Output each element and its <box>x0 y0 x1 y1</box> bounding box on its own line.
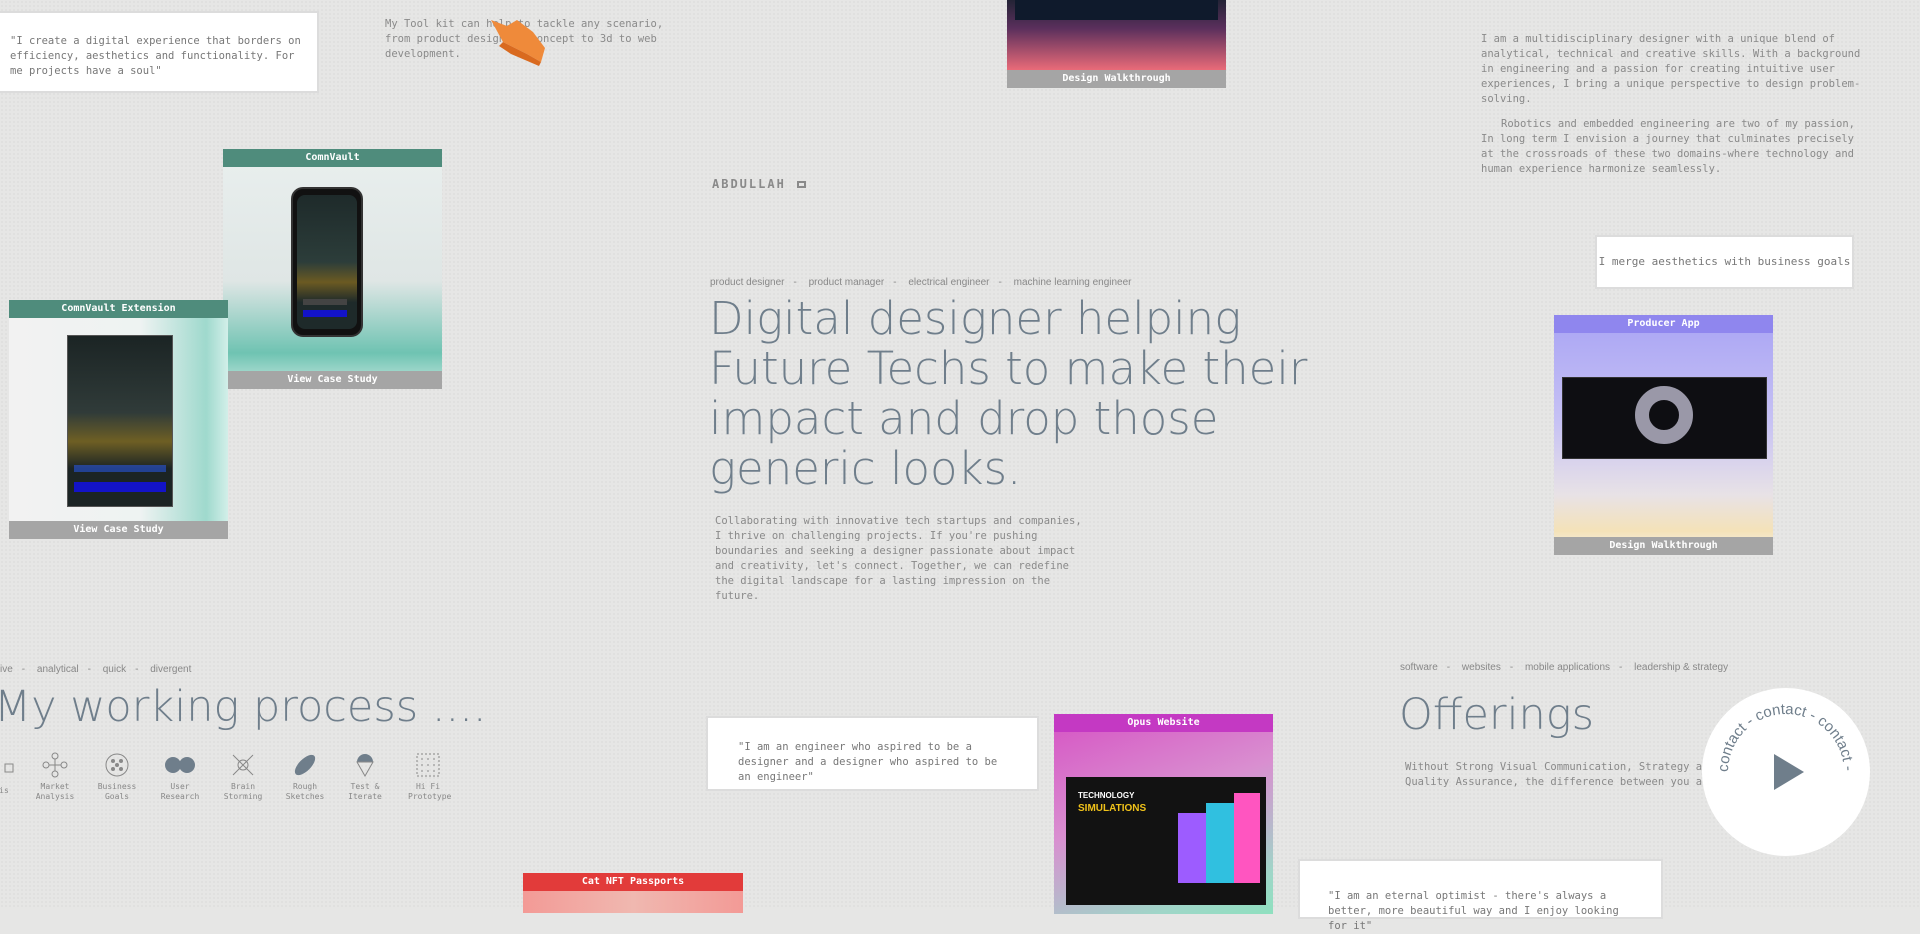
quote-engineer: "I am an engineer who aspired to be a de… <box>706 716 1039 791</box>
hero-title: Digital designer helping Future Techs to… <box>709 292 1308 495</box>
role-tag: electrical engineer <box>908 277 990 288</box>
quote-engineer-text: "I am an engineer who aspired to be a de… <box>738 741 998 783</box>
logo-mark-icon <box>797 181 807 188</box>
process-step-label: Brain Storming <box>223 782 263 801</box>
offering-tag: mobile applications <box>1524 662 1611 673</box>
producer-app-design-walkthrough[interactable]: Design Walkthrough <box>1554 537 1773 555</box>
about-text: I am a multidisciplinary designer with a… <box>1481 32 1861 177</box>
play-arrow-icon <box>1774 754 1804 790</box>
process-step: Brain Storming <box>223 752 263 802</box>
producer-app-title: Producer App <box>1554 315 1773 333</box>
process-step-label: Rough Sketches <box>285 782 325 801</box>
offerings-tags: software - websites - mobile applications -… <box>1400 662 1729 673</box>
contact-ring: contact - contact - contact - <box>1715 701 1857 790</box>
process-step: Hi Fi Prototype <box>408 752 452 802</box>
producer-app-card[interactable]: Producer App Design Walkthrough <box>1554 315 1773 555</box>
process-tags: ive - analytical - quick - divergent <box>0 664 192 675</box>
role-tag: product manager <box>808 277 885 288</box>
comnvault-card-title: ComnVault <box>223 149 442 167</box>
design-walkthrough-top-card[interactable]: Design Walkthrough <box>1007 0 1226 88</box>
process-step-label: Hi Fi Prototype <box>408 782 452 801</box>
contact-ring-text-3: contact <box>1815 712 1856 763</box>
quote-optimist: "I am an eternal optimist - there's alwa… <box>1298 859 1663 932</box>
process-step-label: User Research <box>160 782 200 801</box>
quote-soul: "I create a digital experience that bord… <box>0 11 319 93</box>
double-circle-icon <box>165 757 195 773</box>
pin-icon <box>356 754 374 778</box>
producer-app-screen <box>1562 377 1767 459</box>
logo[interactable]: ABDULLAH <box>712 177 807 191</box>
logo-text: ABDULLAH <box>712 177 786 191</box>
process-step: is <box>0 756 24 796</box>
process-step: Market Analysis <box>35 752 75 802</box>
cat-nft-card[interactable]: Cat NFT Passports <box>523 873 743 913</box>
process-step: Business Goals <box>97 752 137 802</box>
comnvault-view-case-study[interactable]: View Case Study <box>223 371 442 389</box>
process-step: Rough Sketches <box>285 752 325 802</box>
cat-nft-title: Cat NFT Passports <box>523 873 743 891</box>
torus-icon <box>1635 386 1693 444</box>
offering-tag: leadership & strategy <box>1634 662 1729 673</box>
extension-popup-mockup <box>67 335 173 507</box>
process-step-label: Market Analysis <box>35 782 75 801</box>
contact-button[interactable]: contact - contact - contact - <box>1702 688 1870 856</box>
quote-optimist-text: "I am an eternal optimist - there's alwa… <box>1328 890 1619 932</box>
process-tag: divergent <box>150 664 192 675</box>
process-step: Test & Iterate <box>345 752 385 802</box>
contact-ring-text-2: contact <box>1752 701 1809 725</box>
orange-ribbon-icon <box>491 20 545 66</box>
square-icon <box>4 763 14 773</box>
about-paragraph-2: Robotics and embedded engineering are tw… <box>1481 118 1856 175</box>
quote-merge: I merge aesthetics with business goals <box>1595 235 1854 289</box>
offering-tag: software <box>1400 662 1438 673</box>
contact-ring-text-1: contact <box>1715 719 1751 772</box>
process-title: My working process .... <box>0 682 487 732</box>
comnvault-extension-view-case-study[interactable]: View Case Study <box>9 521 228 539</box>
card-screen-strip <box>1015 0 1218 20</box>
opus-website-title: Opus Website <box>1054 714 1273 732</box>
quote-soul-text: "I create a digital experience that bord… <box>10 35 301 77</box>
hero-roles: product designer - product manager - elect… <box>710 277 1132 288</box>
design-walkthrough-top-footer[interactable]: Design Walkthrough <box>1007 70 1226 88</box>
role-tag: product designer <box>710 277 785 288</box>
process-tag: quick <box>102 664 127 675</box>
process-step-label: Test & Iterate <box>348 782 382 801</box>
hero-body: Collaborating with innovative tech start… <box>715 515 1082 602</box>
opus-website-card[interactable]: Opus Website SIMULATIONS TECHNOLOGY <box>1054 714 1273 914</box>
network-icon <box>42 752 68 778</box>
dots-circle-icon <box>105 753 129 777</box>
quote-merge-text: I merge aesthetics with business goals <box>1598 255 1851 268</box>
process-step-label: Business Goals <box>97 782 137 801</box>
process-step: User Research <box>160 752 200 802</box>
offerings-body: Without Strong Visual Communication, Str… <box>1405 761 1715 792</box>
phone-mockup <box>291 187 363 337</box>
comnvault-extension-card[interactable]: ComnVault Extension View Case Study <box>9 300 228 539</box>
role-tag: machine learning engineer <box>1013 277 1132 288</box>
grid-icon <box>416 753 440 777</box>
comnvault-extension-title: ComnVault Extension <box>9 300 228 318</box>
process-tag: analytical <box>36 664 79 675</box>
about-paragraph-1: I am a multidisciplinary designer with a… <box>1481 33 1861 105</box>
opus-website-screen: SIMULATIONS TECHNOLOGY <box>1066 777 1266 905</box>
comnvault-card[interactable]: ComnVault View Case Study <box>223 149 442 389</box>
process-tag: ive <box>0 664 13 675</box>
diagonal-ellipse-icon <box>294 754 316 776</box>
burst-icon <box>232 754 254 776</box>
offerings-title: Offerings <box>1399 690 1595 740</box>
offering-tag: websites <box>1461 662 1501 673</box>
process-step-label: is <box>0 786 9 795</box>
